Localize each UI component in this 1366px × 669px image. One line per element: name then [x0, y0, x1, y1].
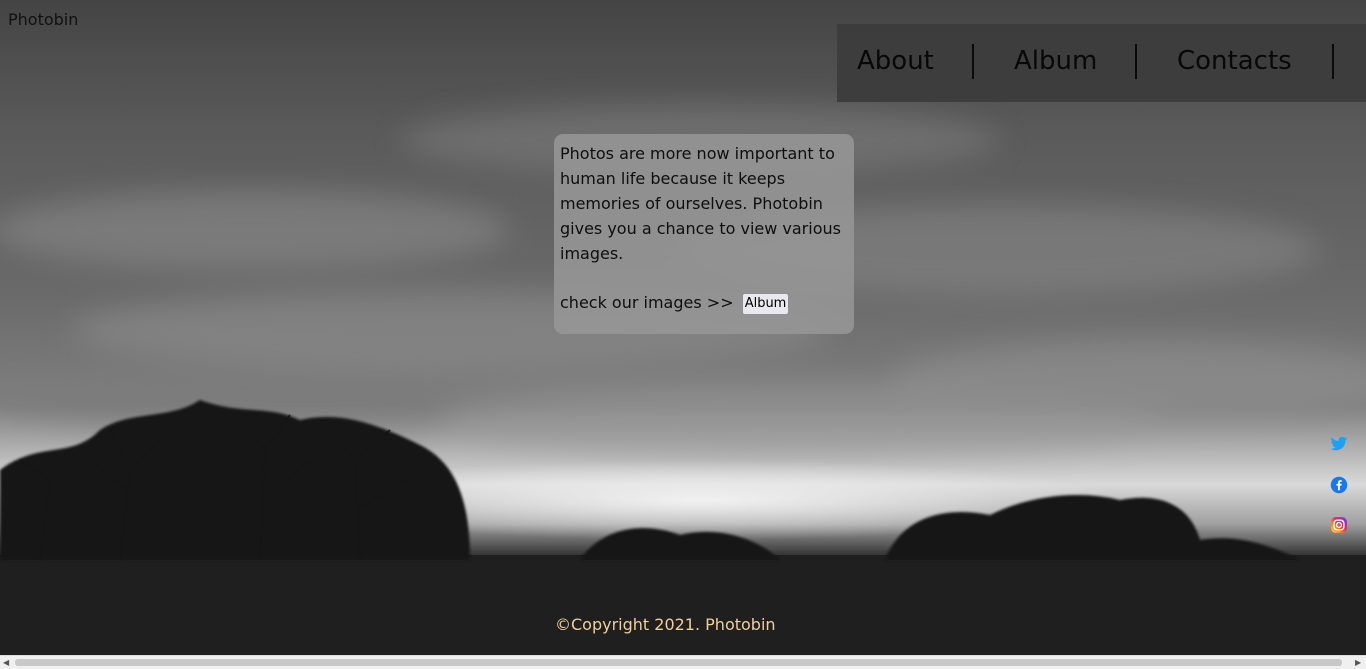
nav-about[interactable]: About [857, 46, 934, 76]
intro-text: Photos are more now important to human l… [560, 144, 841, 263]
page: Photobin About Album Contacts Photos are… [0, 0, 1366, 669]
scrollbar-thumb[interactable] [15, 659, 1342, 666]
main-nav: About Album Contacts [837, 24, 1366, 102]
scroll-left-arrow-icon[interactable]: ◀ [3, 658, 9, 668]
facebook-icon[interactable] [1330, 476, 1348, 494]
nav-album[interactable]: Album [1014, 46, 1097, 76]
album-button[interactable]: Album [741, 292, 790, 315]
check-images-line: check our images >> Album [560, 290, 790, 315]
site-logo[interactable]: Photobin [8, 10, 78, 29]
nav-divider [972, 44, 974, 79]
instagram-icon[interactable] [1330, 516, 1348, 534]
footer-copyright: ©Copyright 2021. Photobin [555, 615, 776, 634]
nav-contacts[interactable]: Contacts [1177, 46, 1292, 76]
nav-divider [1135, 44, 1137, 79]
intro-box: Photos are more now important to human l… [554, 134, 854, 334]
scroll-right-arrow-icon[interactable]: ▶ [1355, 658, 1361, 668]
check-images-label: check our images >> [560, 293, 734, 312]
horizontal-scrollbar[interactable]: ◀ ▶ [0, 655, 1366, 669]
nav-divider [1332, 44, 1334, 79]
twitter-icon[interactable] [1330, 435, 1348, 453]
